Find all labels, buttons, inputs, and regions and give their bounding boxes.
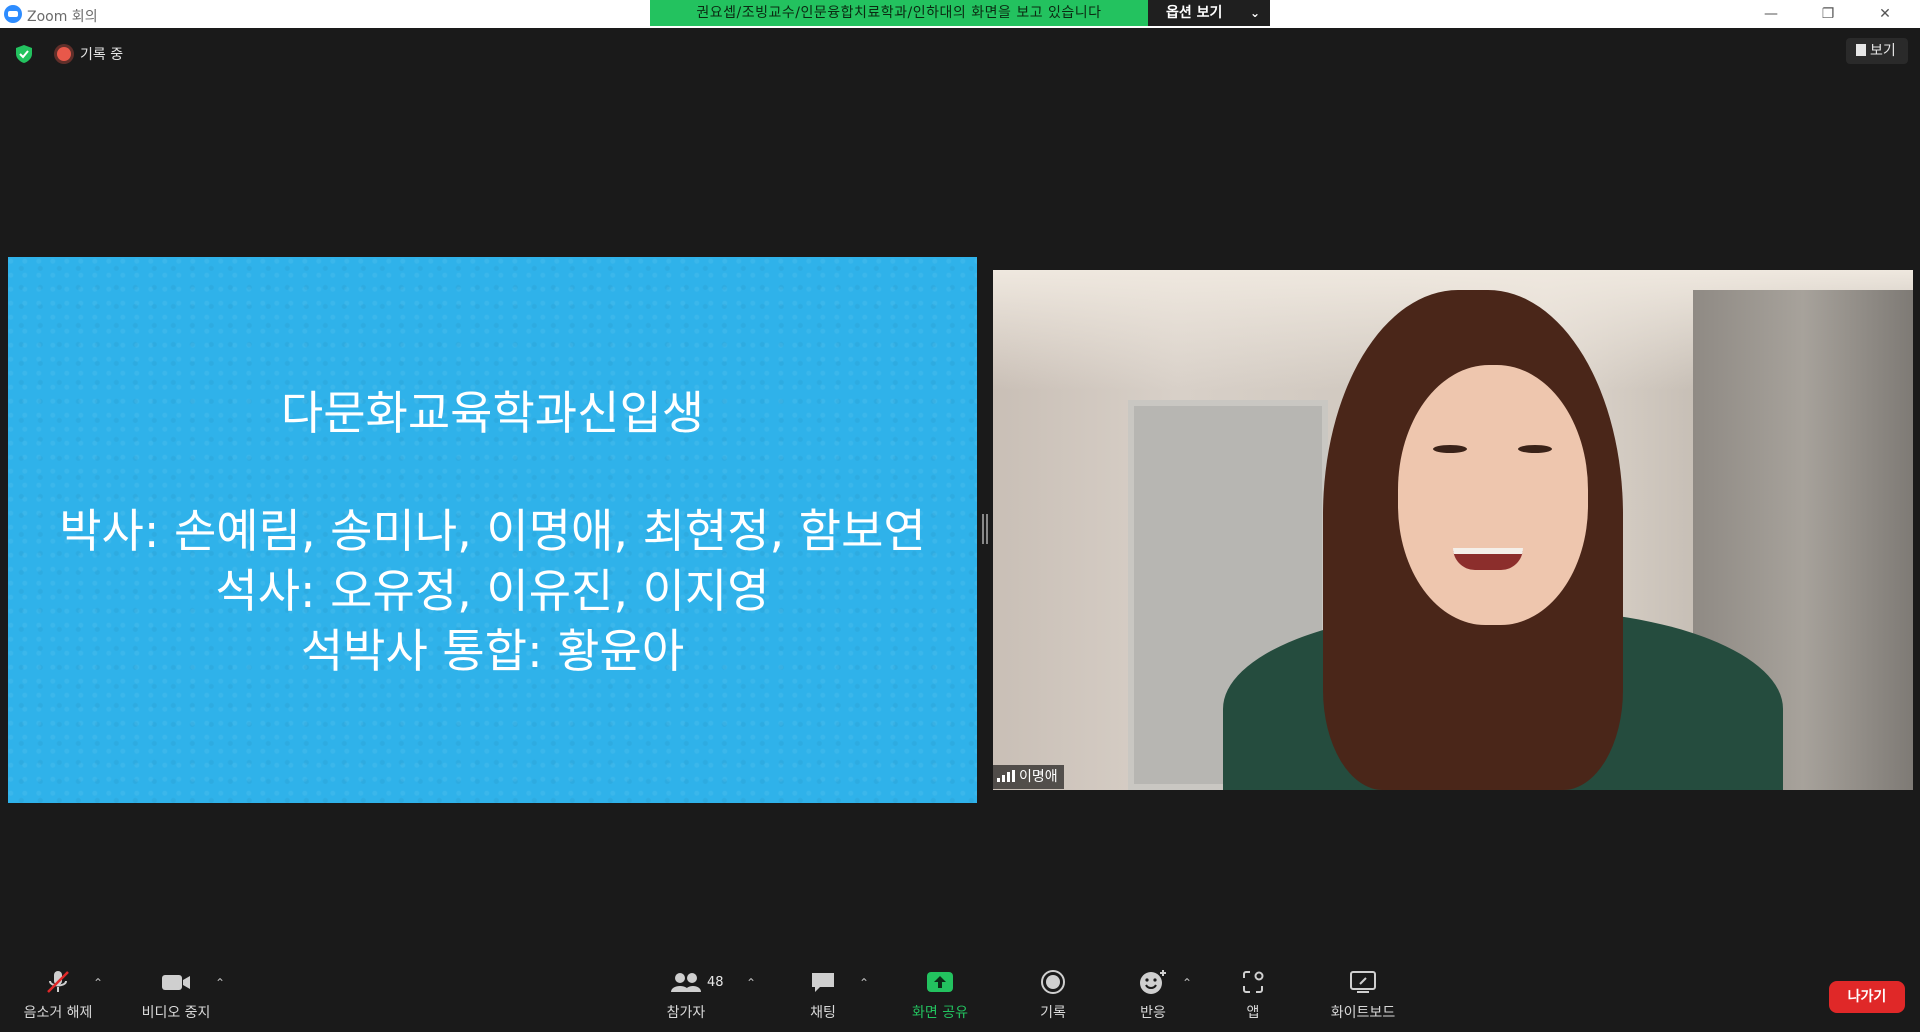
chat-chevron-up-icon[interactable]: ⌃ <box>859 976 869 990</box>
screen-share-banner: 권요셉/조빙교수/인문융합치료학과/인하대의 화면을 보고 있습니다 <box>650 0 1148 26</box>
video-person-face <box>1398 365 1588 625</box>
signal-strength-icon <box>997 770 1015 782</box>
view-layout-label: 보기 <box>1870 43 1896 59</box>
whiteboard-icon <box>1350 971 1376 993</box>
view-layout-button[interactable]: 보기 <box>1846 38 1908 64</box>
apps-label: 앱 <box>1246 1005 1260 1021</box>
video-person-eye-left <box>1433 445 1467 453</box>
layout-icon <box>1856 44 1866 56</box>
participant-video[interactable] <box>993 270 1913 790</box>
window-title: Zoom 회의 <box>27 9 98 25</box>
recording-label: 기록 중 <box>80 47 124 63</box>
share-screen-icon <box>927 972 953 992</box>
reactions-chevron-up-icon[interactable]: ⌃ <box>1182 976 1192 990</box>
panel-splitter-handle[interactable] <box>982 514 988 544</box>
participants-chevron-up-icon[interactable]: ⌃ <box>746 976 756 990</box>
window-title-bar: Zoom 회의 권요셉/조빙교수/인문융합치료학과/인하대의 화면을 보고 있습… <box>0 0 1920 28</box>
view-options-label: 옵션 보기 <box>1166 5 1223 21</box>
participant-name: 이명애 <box>1019 769 1058 785</box>
record-button[interactable]: 기록 <box>1020 968 1086 1022</box>
shared-screen-slide: 다문화교육학과신입생 박사: 손예림, 송미나, 이명애, 최현정, 함보연 석… <box>8 257 977 803</box>
whiteboard-button[interactable]: 화이트보드 <box>1315 968 1411 1022</box>
chat-bubble-icon <box>812 973 834 992</box>
video-person-eye-right <box>1518 445 1552 453</box>
close-button[interactable]: ✕ <box>1862 0 1908 28</box>
reactions-label: 반응 <box>1140 1005 1166 1021</box>
share-screen-label: 화면 공유 <box>912 1005 968 1021</box>
apps-button[interactable]: 앱 <box>1220 968 1286 1022</box>
whiteboard-label: 화이트보드 <box>1330 1005 1396 1021</box>
microphone-muted-icon <box>47 971 69 993</box>
participants-label: 참가자 <box>666 1005 706 1021</box>
slide-line-doctoral: 박사: 손예림, 송미나, 이명애, 최현정, 함보연 <box>59 504 926 558</box>
shield-icon[interactable] <box>14 44 34 64</box>
chat-button[interactable]: 채팅 <box>790 968 856 1022</box>
record-icon <box>1041 970 1065 994</box>
participants-icon <box>671 973 701 992</box>
reactions-button[interactable]: 반응 <box>1120 968 1186 1022</box>
video-person-mouth <box>1453 548 1523 570</box>
share-screen-button[interactable]: 화면 공유 <box>895 968 985 1022</box>
unmute-button[interactable]: 음소거 해제 <box>14 968 102 1022</box>
recording-icon <box>57 47 71 61</box>
minimize-button[interactable]: — <box>1748 0 1794 28</box>
zoom-logo-icon <box>4 5 22 23</box>
slide-line-masters: 석사: 오유정, 이유진, 이지영 <box>215 564 770 618</box>
stop-video-label: 비디오 중지 <box>141 1005 211 1021</box>
record-label: 기록 <box>1040 1005 1066 1021</box>
leave-meeting-button[interactable]: 나가기 <box>1829 981 1905 1013</box>
audio-options-chevron-up-icon[interactable]: ⌃ <box>93 976 103 990</box>
view-options-button[interactable]: 옵션 보기 ⌄ <box>1148 0 1270 26</box>
restore-button[interactable]: ❐ <box>1805 0 1851 28</box>
slide-line-integrated: 석박사 통합: 황윤아 <box>300 624 685 678</box>
chat-label: 채팅 <box>810 1005 836 1021</box>
reaction-smiley-icon <box>1140 970 1166 994</box>
slide-title: 다문화교육학과신입생 <box>280 386 705 440</box>
chevron-down-icon: ⌄ <box>1249 6 1260 20</box>
stop-video-button[interactable]: 비디오 중지 <box>132 968 220 1022</box>
participants-count: 48 <box>707 975 724 990</box>
apps-icon <box>1243 971 1264 993</box>
unmute-label: 음소거 해제 <box>23 1005 93 1021</box>
video-camera-icon <box>162 975 190 990</box>
video-options-chevron-up-icon[interactable]: ⌃ <box>215 976 225 990</box>
participant-name-tag: 이명애 <box>993 765 1064 789</box>
